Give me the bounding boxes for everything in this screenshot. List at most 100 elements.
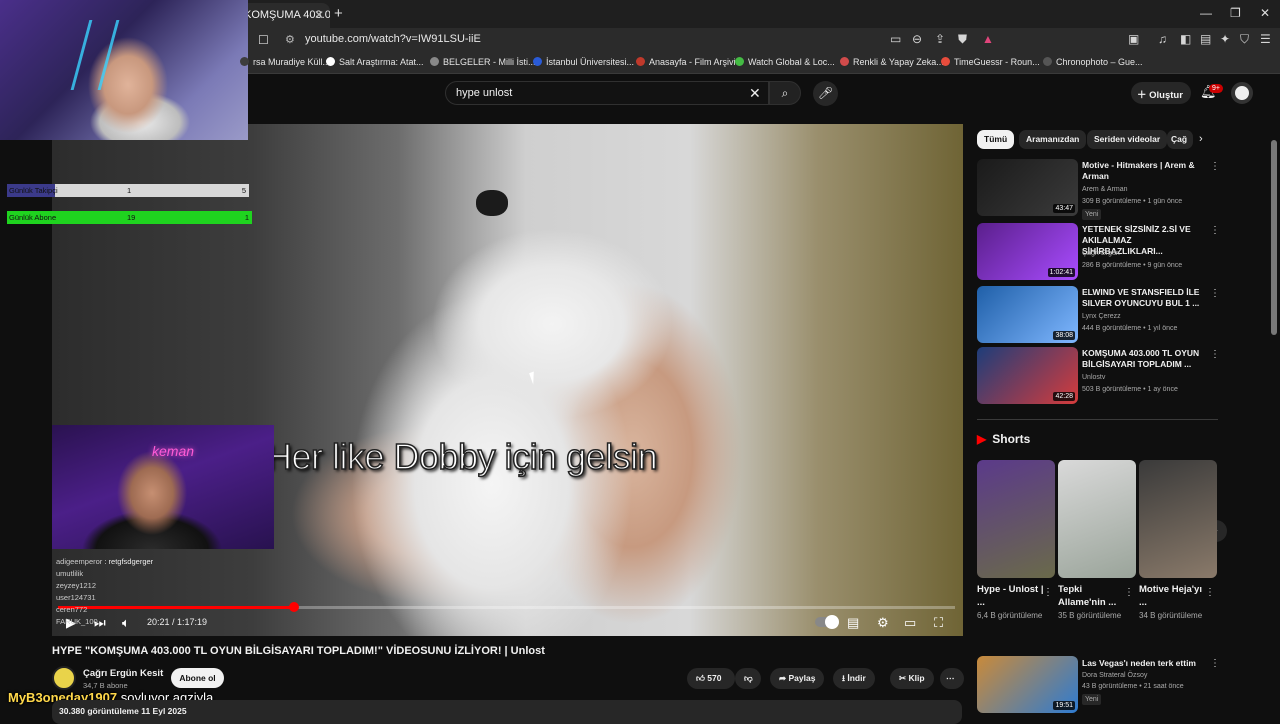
- chips-next-icon[interactable]: ›: [1199, 133, 1203, 145]
- short-thumbnail[interactable]: [977, 460, 1055, 578]
- plus-icon: ＋: [1137, 90, 1150, 101]
- bookmark-item[interactable]: Anasayfa - Film Arşivi: [636, 57, 736, 67]
- bookmark-item[interactable]: rsa Muradiye Küll...: [240, 57, 330, 67]
- zoom-icon[interactable]: ⊖: [912, 32, 922, 46]
- chat-message: adigeemperor : retgfsdgerger: [56, 556, 256, 568]
- bookmark-item[interactable]: Renkli & Yapay Zeka...: [840, 57, 944, 67]
- search-button[interactable]: ⌕: [769, 81, 801, 105]
- recommendation-title[interactable]: KOMŞUMA 403.000 TL OYUN BİLGİSAYARI TOPL…: [1082, 348, 1207, 370]
- more-options-icon[interactable]: ⋮: [1043, 587, 1053, 598]
- filter-chip[interactable]: Tümü: [977, 130, 1015, 149]
- create-button[interactable]: ＋ Oluştur: [1131, 82, 1191, 104]
- daily-subs-count: 19: [127, 213, 136, 222]
- fullscreen-icon[interactable]: ⛶: [934, 615, 943, 631]
- more-options-icon[interactable]: ⋮: [1205, 587, 1215, 598]
- dislike-button[interactable]: 👎︎: [735, 668, 761, 689]
- autoplay-toggle[interactable]: [815, 615, 839, 629]
- progress-scrubber[interactable]: [289, 602, 299, 612]
- site-info-icon[interactable]: ⚙: [285, 33, 295, 46]
- recommendation-channel[interactable]: Unlostv: [1082, 372, 1105, 383]
- more-options-icon[interactable]: ⋮: [1210, 658, 1220, 669]
- chat-username: user124731: [56, 593, 96, 602]
- filter-chip[interactable]: Seriden videolar: [1087, 130, 1168, 149]
- like-button[interactable]: 👍︎ 570: [687, 668, 735, 689]
- vpn-icon[interactable]: ⛉: [1240, 32, 1249, 47]
- more-actions-button[interactable]: ⋯: [940, 668, 964, 689]
- more-options-icon[interactable]: ⋮: [1124, 587, 1134, 598]
- recommendation-channel[interactable]: Lynx Çerezz: [1082, 311, 1121, 322]
- recommendation-title[interactable]: ELWIND VE STANSFIELD İLE SILVER OYUNCUYU…: [1082, 287, 1207, 309]
- menu-icon[interactable]: ☰: [1260, 32, 1271, 46]
- shorts-title: Shorts: [992, 432, 1031, 446]
- rewards-icon[interactable]: ▲: [982, 32, 994, 46]
- account-avatar[interactable]: [1231, 82, 1253, 104]
- bookmark-item[interactable]: TimeGuessr - Roun...: [941, 57, 1040, 67]
- voice-search-button[interactable]: 🎤︎: [813, 81, 838, 106]
- bookmark-label: Renkli & Yapay Zeka...: [853, 57, 944, 67]
- video-thumbnail[interactable]: 43:47: [977, 159, 1078, 216]
- more-options-icon[interactable]: ⋮: [1210, 225, 1220, 236]
- short-title[interactable]: Hype - Unlost | ...: [977, 583, 1047, 609]
- bookmark-item[interactable]: Chronophoto – Gue...: [1043, 57, 1143, 67]
- more-options-icon[interactable]: ⋮: [1210, 288, 1220, 299]
- recommendation-title[interactable]: Motive - Hitmakers | Arem & Arman: [1082, 160, 1207, 182]
- bookmark-icon[interactable]: ☐: [258, 33, 269, 47]
- bookmark-item[interactable]: Salt Araştırma: Atat...: [326, 57, 424, 67]
- short-title[interactable]: Motive Heja'yı ...: [1139, 583, 1209, 609]
- short-thumbnail[interactable]: [1139, 460, 1217, 578]
- maximize-button[interactable]: ❐: [1230, 6, 1241, 20]
- bookmark-label: BELGELER - Milli İsti...: [443, 57, 536, 67]
- shield-icon[interactable]: ⛊: [958, 32, 967, 47]
- duration-badge: 38:08: [1053, 331, 1075, 340]
- search-input[interactable]: hype unlost: [445, 81, 769, 105]
- share-page-icon[interactable]: ⇪: [935, 32, 945, 46]
- video-thumbnail[interactable]: 38:08: [977, 286, 1078, 343]
- sidebar-icon[interactable]: ◧: [1180, 32, 1191, 46]
- channel-avatar[interactable]: [52, 666, 76, 690]
- cast-icon[interactable]: ▭: [890, 32, 901, 46]
- video-thumbnail[interactable]: 42:28: [977, 347, 1078, 404]
- recommendation-channel[interactable]: Çağrı Ergün: [1082, 248, 1120, 259]
- settings-gear-icon[interactable]: ⚙: [877, 615, 889, 631]
- share-button[interactable]: ➦ Paylaş: [770, 668, 825, 689]
- bookmark-item[interactable]: İstanbul Üniversitesi...: [533, 57, 634, 67]
- recommendation-channel[interactable]: Arem & Arman: [1082, 184, 1128, 195]
- close-window-button[interactable]: ✕: [1260, 6, 1270, 20]
- tab-close-icon[interactable]: ✕: [314, 8, 324, 22]
- clip-label: Klip: [908, 673, 925, 683]
- url-field[interactable]: youtube.com/watch?v=IW91LSU-iiE: [305, 33, 481, 45]
- browser-tab[interactable]: KOMŞUMA 403.0( ✕: [238, 3, 330, 28]
- more-options-icon[interactable]: ⋮: [1210, 349, 1220, 360]
- video-thumbnail[interactable]: 19:51: [977, 656, 1078, 713]
- screenshot-icon[interactable]: ▣: [1128, 32, 1139, 46]
- shorts-icon: ▶: [977, 432, 987, 446]
- recommendation-title[interactable]: Las Vegas'ı neden terk ettim: [1082, 658, 1207, 669]
- channel-name[interactable]: Çağrı Ergün Kesit: [83, 668, 163, 679]
- ai-icon[interactable]: ✦: [1220, 32, 1230, 46]
- subscribe-button[interactable]: Abone ol: [171, 668, 224, 688]
- download-button[interactable]: ⭳ İndir: [833, 668, 875, 689]
- more-options-icon[interactable]: ⋮: [1210, 161, 1220, 172]
- subtitles-icon[interactable]: ▤: [847, 615, 859, 631]
- filter-chip[interactable]: Çağ: [1167, 130, 1193, 149]
- bookmark-item[interactable]: Watch Global & Loc...: [735, 57, 835, 67]
- music-icon[interactable]: ♫: [1158, 32, 1167, 46]
- bookmark-item[interactable]: BELGELER - Milli İsti...: [430, 57, 536, 67]
- clip-button[interactable]: ✂ Klip: [890, 668, 934, 689]
- theater-mode-icon[interactable]: ▭: [904, 615, 916, 631]
- minimize-button[interactable]: —: [1200, 6, 1212, 20]
- clear-search-icon[interactable]: ✕: [749, 85, 761, 102]
- bookmark-label: Anasayfa - Film Arşivi: [649, 57, 736, 67]
- bookmark-favicon-icon: [430, 57, 439, 66]
- short-title[interactable]: Tepki Allame'nin ...: [1058, 583, 1128, 609]
- short-thumbnail[interactable]: [1058, 460, 1136, 578]
- duration-badge: 1:02:41: [1047, 268, 1075, 277]
- chat-username: FARUK_100: [56, 617, 98, 626]
- video-thumbnail[interactable]: 1:02:41: [977, 223, 1078, 280]
- recommendation-channel[interactable]: Dora Strateral Özsoy: [1082, 670, 1147, 681]
- description-box[interactable]: [52, 700, 962, 724]
- filter-chip[interactable]: Aramanızdan: [1019, 130, 1087, 149]
- new-tab-button[interactable]: +: [334, 5, 343, 22]
- scrollbar[interactable]: [1271, 140, 1277, 335]
- wallet-icon[interactable]: ▤: [1200, 32, 1211, 46]
